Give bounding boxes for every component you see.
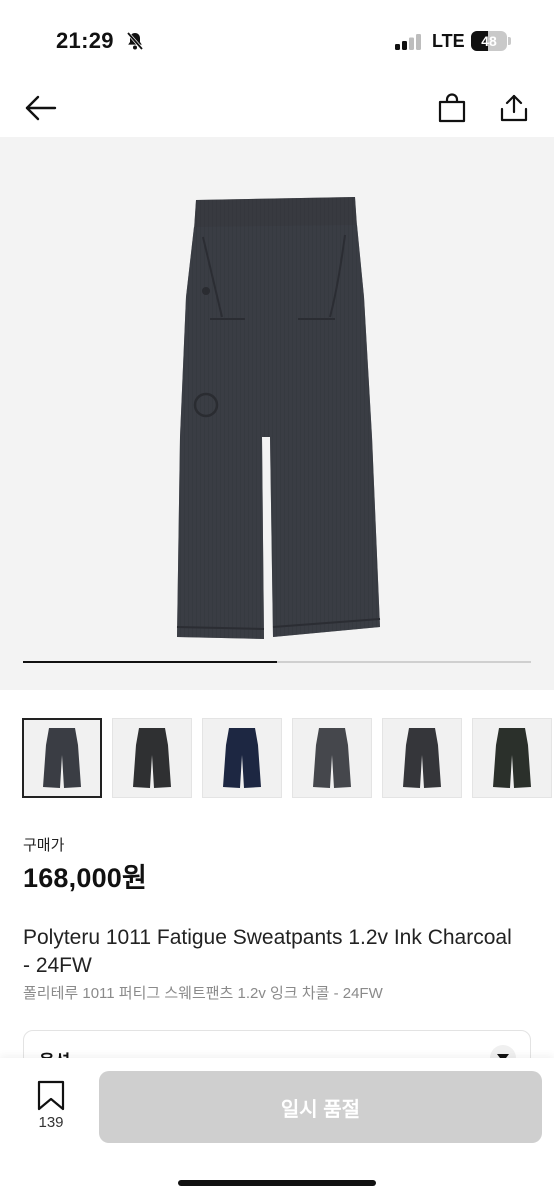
thumbnail-2[interactable]: [112, 718, 192, 798]
battery-percent: 48: [481, 33, 497, 49]
bottom-action-bar: 139 일시 품절: [0, 1058, 554, 1200]
battery-icon: 48: [471, 31, 511, 51]
status-time: 21:29: [56, 28, 114, 53]
thumbnail-6[interactable]: [472, 718, 552, 798]
share-icon: [500, 94, 528, 122]
thumbnail-1[interactable]: [22, 718, 102, 798]
thumbnail-4[interactable]: [292, 718, 372, 798]
top-nav: [0, 80, 554, 136]
signal-icon: [395, 34, 421, 50]
wishlist-count: 139: [38, 1114, 64, 1131]
arrow-left-icon: [25, 95, 57, 121]
home-indicator: [178, 1180, 376, 1186]
thumbnail-image: [43, 728, 81, 788]
share-button[interactable]: [494, 88, 534, 128]
bookmark-icon: [37, 1080, 65, 1111]
thumbnail-image: [133, 728, 171, 788]
thumbnail-5[interactable]: [382, 718, 462, 798]
price: 168,000원: [23, 863, 148, 893]
thumbnail-image: [493, 728, 531, 788]
gallery-progress-fill: [23, 661, 277, 663]
thumbnail-image: [403, 728, 441, 788]
thumbnail-strip: [22, 718, 554, 800]
product-title-korean: 폴리테루 1011 퍼티그 스웨트팬츠 1.2v 잉크 차콜 - 24FW: [23, 985, 383, 1002]
status-bar: 21:29 LTE 48: [0, 0, 554, 80]
thumbnail-image: [223, 728, 261, 788]
sold-out-button[interactable]: 일시 품절: [99, 1071, 542, 1143]
wishlist-button[interactable]: 139: [30, 1080, 72, 1136]
network-label: LTE: [432, 31, 465, 51]
shopping-bag-icon: [438, 93, 466, 123]
bell-off-icon: [126, 31, 144, 51]
product-image-gallery[interactable]: [0, 137, 554, 690]
price-label: 구매가: [23, 837, 65, 854]
product-title: Polyteru 1011 Fatigue Sweatpants 1.2v In…: [23, 926, 512, 977]
thumbnail-3[interactable]: [202, 718, 282, 798]
back-button[interactable]: [20, 88, 60, 128]
product-image: [176, 197, 381, 639]
thumbnail-image: [313, 728, 351, 788]
gallery-progress: [23, 661, 531, 663]
shopping-bag-button[interactable]: [432, 88, 472, 128]
